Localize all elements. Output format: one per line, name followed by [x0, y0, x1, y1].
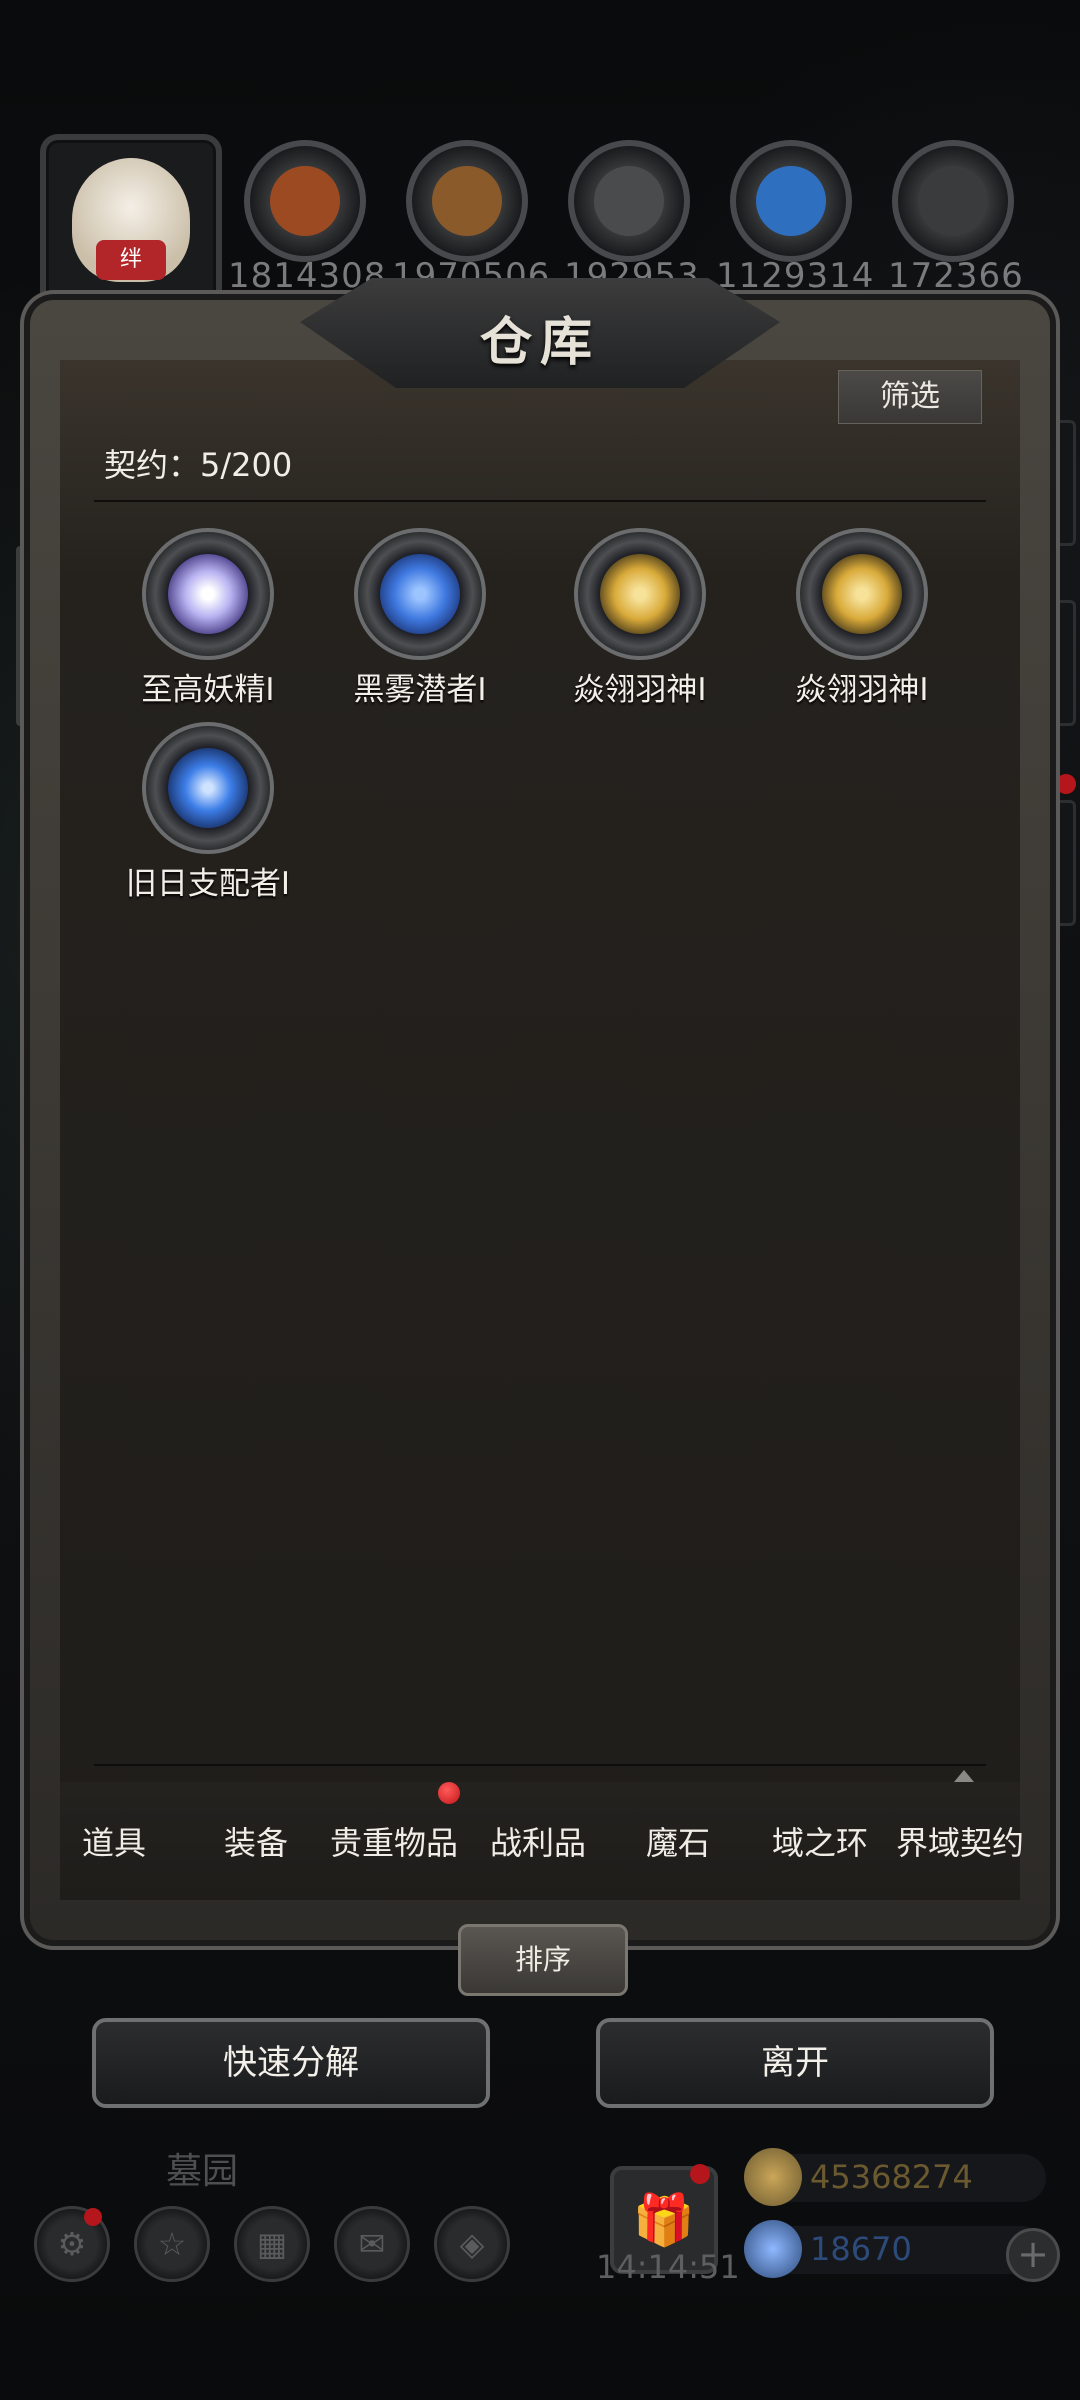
contract-item[interactable]: 焱翎羽神Ⅰ	[540, 528, 740, 709]
notification-dot	[438, 1782, 460, 1804]
item-label: 焱翎羽神Ⅰ	[795, 672, 929, 708]
item-label: 黑雾潜者Ⅰ	[353, 672, 487, 708]
wood-icon[interactable]	[406, 140, 528, 262]
tab-magic-stones[interactable]: 魔石	[646, 1818, 710, 1864]
item-label: 焱翎羽神Ⅰ	[573, 672, 707, 708]
notification-dot	[1056, 774, 1076, 794]
contract-item[interactable]: 黑雾潜者Ⅰ	[320, 528, 520, 709]
contract-item[interactable]: 焱翎羽神Ⅰ	[762, 528, 962, 709]
item-label: 至高妖精Ⅰ	[141, 672, 275, 708]
panel-title: 仓库	[479, 312, 600, 373]
contract-item[interactable]: 旧日支配者Ⅰ	[108, 722, 308, 903]
divider	[94, 1764, 986, 1766]
tab-valuables[interactable]: 贵重物品	[330, 1818, 458, 1864]
meat-icon[interactable]	[244, 140, 366, 262]
stone-icon[interactable]	[892, 140, 1014, 262]
notification-dot	[84, 2208, 102, 2226]
contract-count: 契约：5/200	[104, 446, 293, 484]
filter-button[interactable]: 筛选	[838, 370, 982, 424]
crystal-icon[interactable]	[730, 140, 852, 262]
star-icon[interactable]: ☆	[134, 2206, 210, 2282]
player-avatar[interactable]: 绊	[40, 134, 222, 312]
stone-value: 172366	[888, 256, 1024, 296]
sort-button[interactable]: 排序	[458, 1924, 628, 1996]
avatar-badge: 绊	[96, 240, 166, 280]
iron-ingot-icon[interactable]	[568, 140, 690, 262]
golden-wings-icon	[574, 528, 706, 660]
area-name: 墓园	[166, 2151, 239, 2192]
mist-swirl-icon	[354, 528, 486, 660]
eye-rune-icon	[142, 722, 274, 854]
item-label: 旧日支配者Ⅰ	[125, 866, 291, 902]
leave-button[interactable]: 离开	[596, 2018, 994, 2108]
timer: 14:14:51	[596, 2248, 740, 2286]
mail-icon[interactable]: ✉	[334, 2206, 410, 2282]
tab-items[interactable]: 道具	[82, 1818, 146, 1864]
divider	[94, 500, 986, 502]
gem-value: 18670	[810, 2230, 912, 2268]
quick-decompose-button[interactable]: 快速分解	[92, 2018, 490, 2108]
guild-icon[interactable]: ◈	[434, 2206, 510, 2282]
add-gems-button[interactable]: +	[1006, 2228, 1060, 2282]
gem-icon	[744, 2220, 802, 2278]
fairy-crest-icon	[142, 528, 274, 660]
notification-dot	[690, 2164, 710, 2184]
tab-domain-rings[interactable]: 域之环	[772, 1818, 868, 1864]
crystal-value: 1129314	[716, 256, 875, 296]
left-scroll-indicator	[16, 546, 24, 726]
gold-coin-icon	[744, 2148, 802, 2206]
tab-equipment[interactable]: 装备	[224, 1818, 288, 1864]
tab-realm-contracts[interactable]: 界域契约	[896, 1818, 1024, 1864]
golden-wings-icon	[796, 528, 928, 660]
gate-icon[interactable]: ▦	[234, 2206, 310, 2282]
tab-loot[interactable]: 战利品	[490, 1818, 586, 1864]
scroll-up-arrow-icon	[954, 1770, 974, 1782]
gold-value: 45368274	[810, 2158, 973, 2196]
contract-item[interactable]: 至高妖精Ⅰ	[108, 528, 308, 709]
